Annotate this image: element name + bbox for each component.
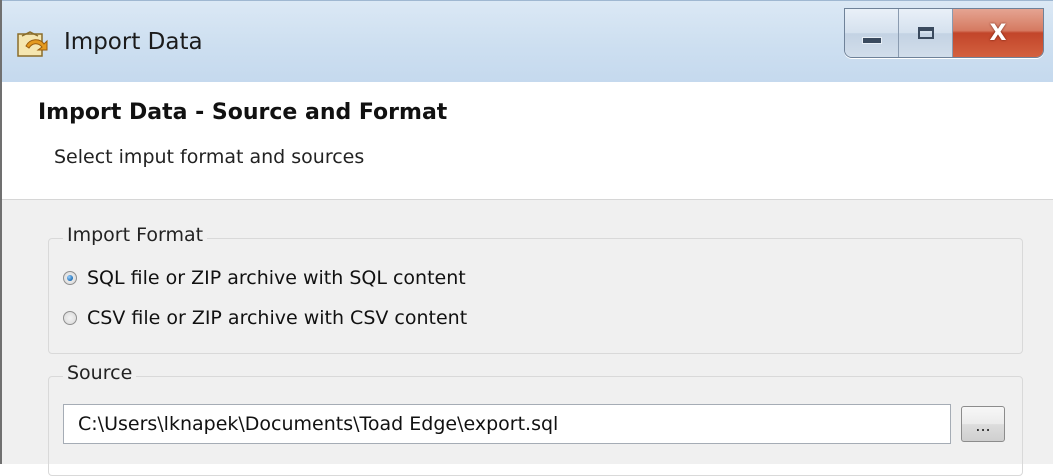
wizard-body: Import Format SQL file or ZIP archive wi… [2, 200, 1053, 476]
maximize-icon [917, 27, 934, 39]
sql-radio-button[interactable] [63, 271, 77, 285]
title-bar[interactable]: Import Data X [2, 0, 1053, 82]
minimize-icon [861, 36, 882, 44]
page-title: Import Data - Source and Format [38, 100, 448, 125]
maximize-button[interactable] [899, 9, 953, 57]
radio-option-csv[interactable]: CSV file or ZIP archive with CSV content [63, 307, 467, 329]
import-format-legend: Import Format [63, 224, 208, 246]
window-controls: X [844, 8, 1044, 58]
window-title: Import Data [64, 29, 203, 55]
import-format-group: Import Format SQL file or ZIP archive wi… [48, 224, 1023, 354]
source-legend: Source [63, 362, 137, 384]
import-data-icon [16, 30, 50, 60]
source-path-input[interactable] [63, 404, 951, 444]
sql-option-label: SQL file or ZIP archive with SQL content [87, 267, 466, 289]
page-subtitle: Select imput format and sources [54, 146, 365, 168]
close-icon: X [989, 20, 1007, 46]
radio-option-sql[interactable]: SQL file or ZIP archive with SQL content [63, 267, 466, 289]
minimize-button[interactable] [845, 9, 899, 57]
import-data-window: Import Data X Import Data - Source and F… [0, 0, 1053, 476]
wizard-header: Import Data - Source and Format Select i… [2, 82, 1053, 200]
source-group: Source ... [48, 362, 1023, 476]
csv-option-label: CSV file or ZIP archive with CSV content [87, 307, 468, 329]
close-button[interactable]: X [953, 9, 1043, 57]
browse-button[interactable]: ... [961, 406, 1005, 442]
csv-radio-button[interactable] [63, 311, 77, 325]
